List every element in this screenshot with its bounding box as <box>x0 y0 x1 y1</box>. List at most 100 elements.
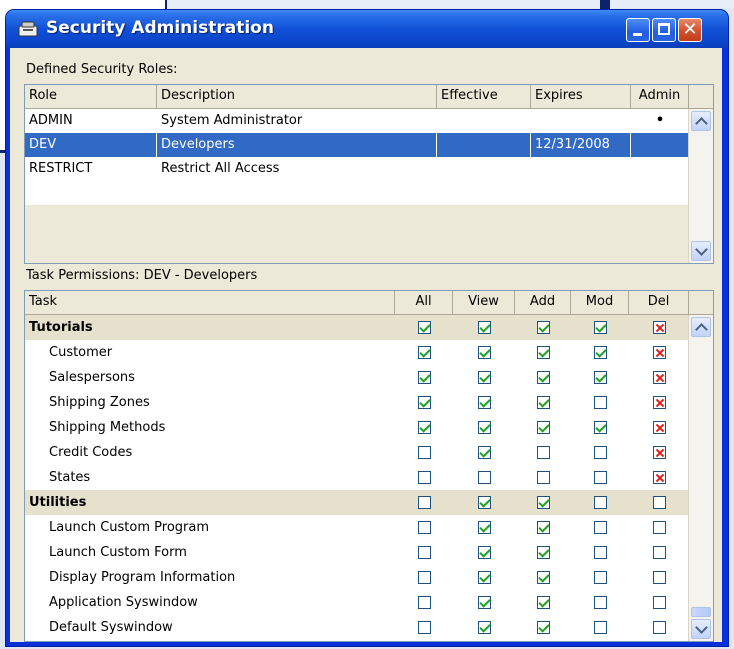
add-permission-checkbox[interactable] <box>537 346 550 359</box>
task-row[interactable]: Customer <box>25 340 689 365</box>
task-row[interactable]: Display Program Information <box>25 565 689 590</box>
del-permission-checkbox[interactable] <box>653 546 666 559</box>
task-row[interactable]: Application Syswindow <box>25 590 689 615</box>
close-button[interactable]: ✕ <box>678 18 702 42</box>
view-permission-checkbox[interactable] <box>478 321 491 334</box>
mod-permission-checkbox[interactable] <box>594 546 607 559</box>
mod-permission-checkbox[interactable] <box>594 421 607 434</box>
all-permission-checkbox[interactable] <box>418 446 431 459</box>
add-permission-checkbox[interactable] <box>537 471 550 484</box>
role-row-selected[interactable]: DEV Developers 12/31/2008 <box>25 133 689 157</box>
del-permission-checkbox[interactable] <box>653 521 666 534</box>
maximize-button[interactable] <box>652 18 676 42</box>
del-permission-checkbox[interactable] <box>653 571 666 584</box>
column-header-mod[interactable]: Mod <box>571 291 629 315</box>
role-row[interactable]: RESTRICT Restrict All Access <box>25 157 689 181</box>
all-permission-checkbox[interactable] <box>418 496 431 509</box>
add-permission-checkbox[interactable] <box>537 396 550 409</box>
add-permission-checkbox[interactable] <box>537 546 550 559</box>
del-permission-checkbox[interactable] <box>653 621 666 634</box>
scroll-up-button[interactable] <box>691 111 711 131</box>
all-permission-checkbox[interactable] <box>418 571 431 584</box>
scroll-thumb[interactable] <box>691 607 711 617</box>
view-permission-checkbox[interactable] <box>478 621 491 634</box>
column-header-description[interactable]: Description <box>157 85 437 109</box>
all-permission-checkbox[interactable] <box>418 521 431 534</box>
del-permission-checkbox[interactable] <box>653 471 666 484</box>
view-permission-checkbox[interactable] <box>478 421 491 434</box>
add-permission-checkbox[interactable] <box>537 521 550 534</box>
column-header-admin[interactable]: Admin <box>631 85 689 109</box>
task-row[interactable]: Launch Custom Program <box>25 515 689 540</box>
view-permission-checkbox[interactable] <box>478 471 491 484</box>
add-permission-checkbox[interactable] <box>537 321 550 334</box>
view-permission-checkbox[interactable] <box>478 496 491 509</box>
scroll-down-button[interactable] <box>691 241 711 261</box>
add-permission-checkbox[interactable] <box>537 571 550 584</box>
minimize-button[interactable] <box>626 18 650 42</box>
del-permission-checkbox[interactable] <box>653 496 666 509</box>
mod-permission-checkbox[interactable] <box>594 471 607 484</box>
column-header-role[interactable]: Role <box>25 85 157 109</box>
add-permission-checkbox[interactable] <box>537 371 550 384</box>
add-permission-checkbox[interactable] <box>537 621 550 634</box>
task-group-row[interactable]: Utilities <box>25 490 689 515</box>
all-permission-checkbox[interactable] <box>418 421 431 434</box>
task-row[interactable]: Shipping Zones <box>25 390 689 415</box>
add-permission-checkbox[interactable] <box>537 446 550 459</box>
mod-permission-checkbox[interactable] <box>594 371 607 384</box>
task-group-row[interactable]: Tutorials <box>25 315 689 340</box>
task-row[interactable]: Salespersons <box>25 365 689 390</box>
del-permission-checkbox[interactable] <box>653 371 666 384</box>
add-permission-checkbox[interactable] <box>537 421 550 434</box>
task-row[interactable]: States <box>25 465 689 490</box>
view-permission-checkbox[interactable] <box>478 521 491 534</box>
del-permission-checkbox[interactable] <box>653 321 666 334</box>
task-row[interactable]: Credit Codes <box>25 440 689 465</box>
role-row[interactable]: ADMIN System Administrator • <box>25 109 689 133</box>
view-permission-checkbox[interactable] <box>478 346 491 359</box>
del-permission-checkbox[interactable] <box>653 396 666 409</box>
mod-permission-checkbox[interactable] <box>594 496 607 509</box>
del-permission-checkbox[interactable] <box>653 346 666 359</box>
all-permission-checkbox[interactable] <box>418 546 431 559</box>
mod-permission-checkbox[interactable] <box>594 571 607 584</box>
roles-scrollbar[interactable] <box>688 109 713 263</box>
mod-permission-checkbox[interactable] <box>594 346 607 359</box>
task-row[interactable]: Shipping Methods <box>25 415 689 440</box>
column-header-del[interactable]: Del <box>629 291 689 315</box>
mod-permission-checkbox[interactable] <box>594 621 607 634</box>
mod-permission-checkbox[interactable] <box>594 446 607 459</box>
mod-permission-checkbox[interactable] <box>594 596 607 609</box>
column-header-expires[interactable]: Expires <box>531 85 631 109</box>
view-permission-checkbox[interactable] <box>478 571 491 584</box>
del-permission-checkbox[interactable] <box>653 421 666 434</box>
add-permission-checkbox[interactable] <box>537 496 550 509</box>
column-header-view[interactable]: View <box>453 291 515 315</box>
mod-permission-checkbox[interactable] <box>594 321 607 334</box>
all-permission-checkbox[interactable] <box>418 471 431 484</box>
task-scrollbar[interactable] <box>688 315 713 641</box>
view-permission-checkbox[interactable] <box>478 596 491 609</box>
column-header-all[interactable]: All <box>395 291 453 315</box>
task-row[interactable]: Launch Custom Form <box>25 540 689 565</box>
title-bar[interactable]: Security Administration ✕ <box>6 10 728 48</box>
all-permission-checkbox[interactable] <box>418 396 431 409</box>
view-permission-checkbox[interactable] <box>478 396 491 409</box>
task-row[interactable]: Default Syswindow <box>25 615 689 640</box>
mod-permission-checkbox[interactable] <box>594 521 607 534</box>
del-permission-checkbox[interactable] <box>653 446 666 459</box>
del-permission-checkbox[interactable] <box>653 596 666 609</box>
column-header-add[interactable]: Add <box>515 291 571 315</box>
add-permission-checkbox[interactable] <box>537 596 550 609</box>
view-permission-checkbox[interactable] <box>478 546 491 559</box>
all-permission-checkbox[interactable] <box>418 621 431 634</box>
column-header-task[interactable]: Task <box>25 291 395 315</box>
all-permission-checkbox[interactable] <box>418 596 431 609</box>
scroll-up-button[interactable] <box>691 317 711 337</box>
all-permission-checkbox[interactable] <box>418 346 431 359</box>
view-permission-checkbox[interactable] <box>478 446 491 459</box>
all-permission-checkbox[interactable] <box>418 321 431 334</box>
view-permission-checkbox[interactable] <box>478 371 491 384</box>
all-permission-checkbox[interactable] <box>418 371 431 384</box>
